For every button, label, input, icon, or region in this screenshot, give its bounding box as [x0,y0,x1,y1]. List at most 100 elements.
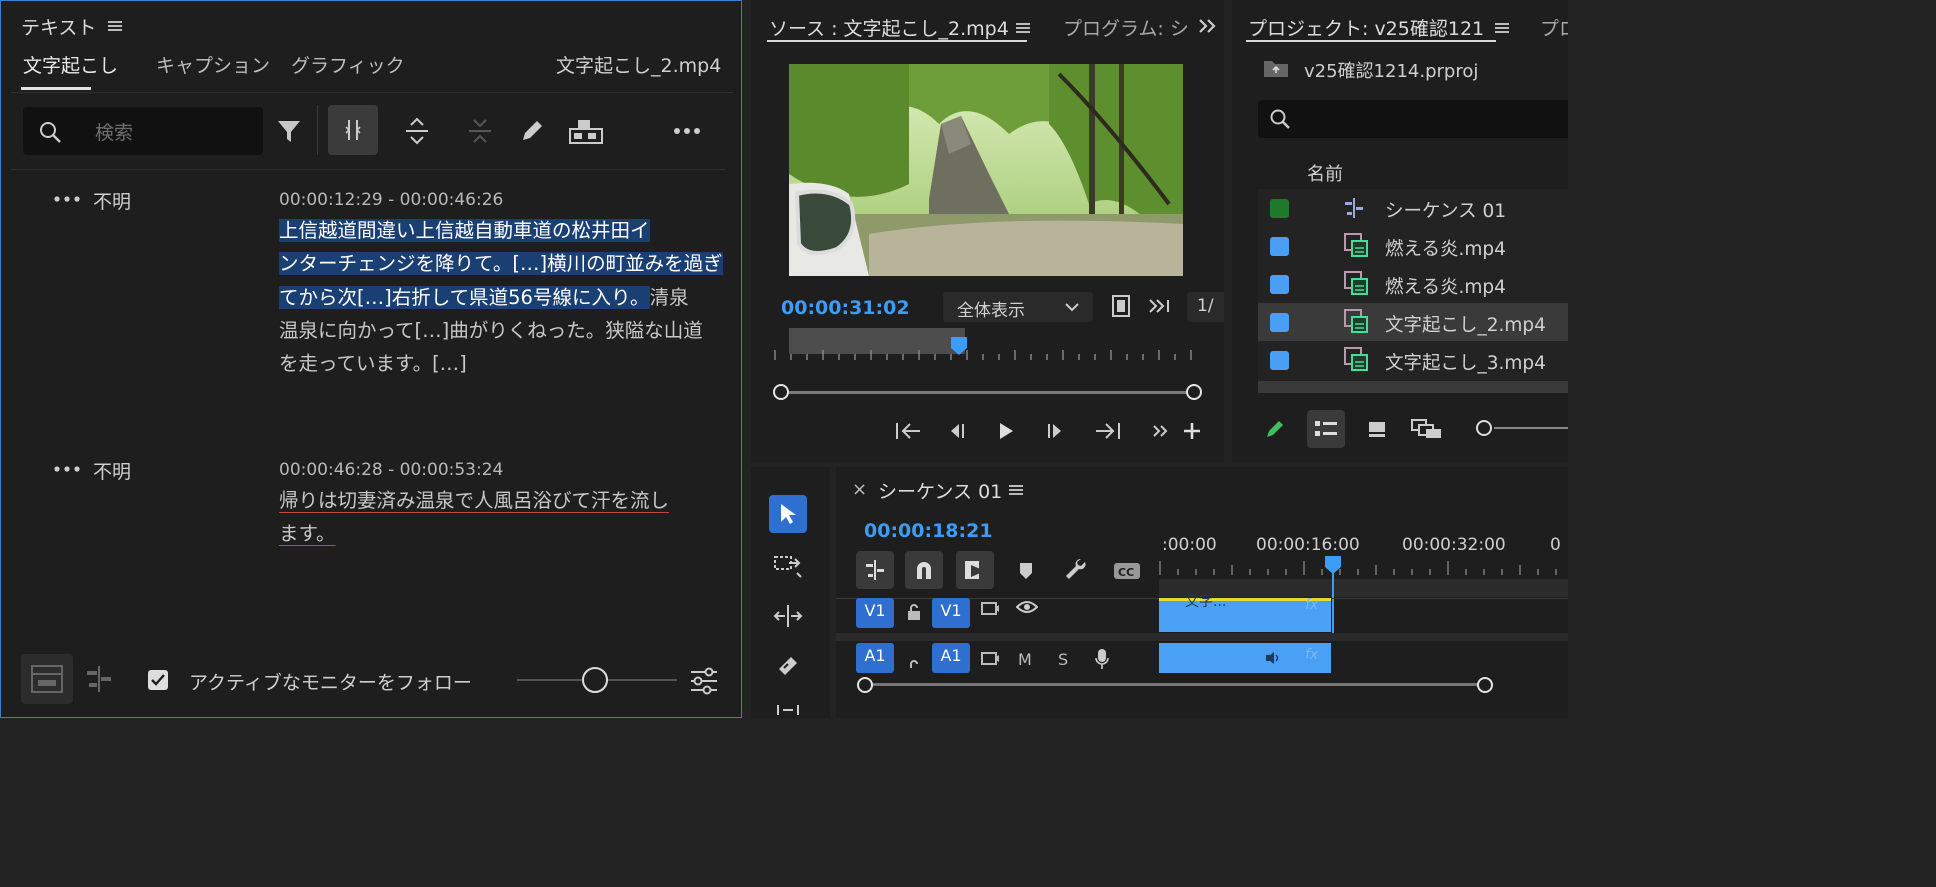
tab-transcript[interactable]: 文字起こし [23,51,118,78]
scrollbar-right-handle[interactable] [1186,384,1202,400]
sequence-icon[interactable] [81,661,117,697]
playhead-icon[interactable] [1323,555,1343,575]
eye-icon[interactable] [1014,597,1040,617]
folder-up-icon[interactable] [1262,56,1290,80]
step-back-icon[interactable] [943,418,969,444]
overflow-chevron-icon[interactable] [1195,14,1219,38]
ripple-edit-tool-icon[interactable] [771,601,805,631]
hamburger-icon[interactable] [105,16,125,36]
settings-sliders-icon[interactable] [687,665,721,697]
follow-checkbox[interactable] [148,670,168,690]
scrollbar-right-handle[interactable] [1477,677,1493,693]
captions-icon[interactable]: CC [1112,559,1142,583]
track-v1-source[interactable]: V1 [856,598,894,628]
label-color-swatch[interactable] [1270,199,1289,218]
icon-view-icon[interactable] [1364,416,1390,442]
label-color-swatch[interactable] [1270,313,1289,332]
list-item-selected[interactable]: 文字起こし_2.mp4 [1258,303,1568,341]
marker-icon[interactable] [1014,559,1038,583]
tab-project[interactable]: プロジェクト: v25確認121 [1248,14,1503,41]
scrollbar-left-handle[interactable] [857,677,873,693]
hamburger-icon[interactable] [1492,18,1512,38]
transcript-line[interactable]: ます。 [279,517,336,550]
zoom-scrollbar[interactable] [781,391,1195,394]
project-scrollbar[interactable] [1258,381,1568,393]
play-icon[interactable] [993,418,1019,444]
solo-button[interactable]: S [1058,650,1068,669]
column-header-name[interactable]: 名前 [1307,160,1343,186]
source-timecode[interactable]: 00:00:31:02 [781,297,910,319]
resolution-select[interactable]: 1/ [1187,292,1224,322]
playhead-icon[interactable] [949,336,969,356]
lock-icon[interactable] [904,601,924,623]
sequence-tab[interactable]: シーケンス 01 [878,477,1002,504]
timeline-timecode[interactable]: 00:00:18:21 [864,520,993,542]
hamburger-icon[interactable] [1013,18,1033,38]
slip-tool-icon[interactable] [771,699,805,718]
transcript-line[interactable]: てから次[…]右折して県道56号線に入り。清泉 [279,281,689,314]
thumbnail-size-slider-thumb[interactable] [1476,420,1492,436]
video-clip[interactable]: 文字... fx [1159,594,1331,632]
list-item[interactable]: シーケンス 01 [1258,189,1568,227]
project-search-input[interactable] [1258,100,1568,138]
hamburger-icon[interactable] [1006,480,1026,500]
expand-icon[interactable] [401,115,433,147]
overflow-chevron-icon[interactable] [1149,420,1173,442]
razor-icon[interactable] [771,651,805,681]
filter-icon[interactable] [273,115,305,147]
transcript-line[interactable]: 上信越道間違い上信越自動車道の松井田イ [279,214,650,247]
tab-other[interactable]: プロ [1540,14,1568,41]
magnet-icon[interactable] [905,551,943,589]
sync-lock-icon[interactable] [978,649,1002,669]
transcript-line[interactable]: を走っています。[…] [279,347,467,380]
more-icon[interactable] [53,191,81,207]
label-color-swatch[interactable] [1270,351,1289,370]
go-to-out-icon[interactable] [1091,418,1125,444]
label-color-swatch[interactable] [1270,275,1289,294]
filmstrip-icon[interactable] [1109,294,1133,318]
speaker-label[interactable]: 不明 [93,187,131,214]
zoom-select[interactable]: 全体表示 [943,292,1093,322]
step-forward-icon[interactable] [1043,418,1069,444]
tab-source[interactable]: ソース : 文字起こし_2.mp4 [769,14,1019,41]
more-icon[interactable] [53,461,81,477]
mute-button[interactable]: M [1018,650,1032,669]
more-icon[interactable] [671,117,703,145]
thumbnail-size-slider[interactable] [1494,427,1568,429]
add-button-icon[interactable] [1179,418,1205,444]
transcript-line[interactable]: ンターチェンジを降りて。[…]横川の町並みを過ぎ [279,247,723,280]
scrollbar-left-handle[interactable] [773,384,789,400]
track-a1-source[interactable]: A1 [856,643,894,673]
split-segment-icon[interactable] [328,105,378,155]
list-item[interactable]: 燃える炎.mp4 [1258,227,1568,265]
pencil-icon[interactable] [516,115,548,147]
track-select-tool-icon[interactable] [771,551,805,581]
source-ruler[interactable] [771,340,1201,362]
insert-sequence-nest-icon[interactable] [856,551,894,589]
video-preview[interactable] [789,64,1183,276]
sync-lock-icon[interactable] [978,599,1002,619]
go-to-in-icon[interactable] [891,418,925,444]
track-v1-target[interactable]: V1 [932,598,970,628]
track-a1-target[interactable]: A1 [932,643,970,673]
selection-tool-icon[interactable] [769,495,807,533]
zoom-slider-thumb[interactable] [582,667,608,693]
list-item[interactable]: 燃える炎.mp4 [1258,265,1568,303]
tab-captions[interactable]: キャプション [156,51,270,78]
pencil-icon[interactable] [1262,416,1288,442]
wrench-icon[interactable] [1062,557,1090,585]
speaker-icon[interactable] [567,113,605,149]
close-icon[interactable]: × [852,479,867,500]
insert-arrows-icon[interactable] [1147,294,1173,318]
linked-selection-icon[interactable] [956,551,994,589]
audio-clip[interactable]: fx [1159,643,1331,673]
search-input[interactable]: 検索 [23,107,263,155]
freeform-view-icon[interactable] [1410,416,1444,442]
timeline-scrollbar[interactable] [864,683,1486,686]
speaker-label[interactable]: 不明 [93,457,131,484]
lock-icon[interactable] [904,657,924,675]
list-item[interactable]: 文字起こし_3.mp4 [1258,341,1568,379]
mic-icon[interactable] [1092,647,1112,671]
tab-program[interactable]: プログラム: シ [1063,14,1193,41]
list-view-icon[interactable] [1307,410,1345,448]
